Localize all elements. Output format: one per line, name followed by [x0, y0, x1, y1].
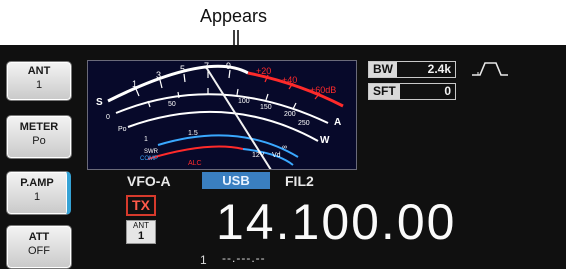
ant-badge-label: ANT	[133, 221, 149, 230]
meter-s-tick-7: 7	[204, 61, 209, 71]
meter-swr-tick-inf: ∞	[282, 144, 287, 151]
meter-plus20-tick: +20	[256, 66, 271, 76]
meter-po-label: Po	[118, 126, 127, 133]
ant-button-label: ANT	[27, 65, 51, 77]
meter-s-tick-1: 1	[132, 79, 137, 89]
meter-button[interactable]: METER Po	[6, 115, 72, 159]
vfo-label: VFO-A	[127, 173, 171, 189]
meter-id-tick-12v: 12V	[252, 152, 265, 159]
p-amp-button-value: 1	[33, 191, 41, 203]
filter-label: FIL2	[285, 173, 314, 189]
sft-indicator[interactable]: SFT 0	[368, 83, 456, 100]
meter-s-tick-9: 9	[226, 61, 231, 71]
meter-a-label: A	[334, 117, 341, 128]
meter-po-tick-100: 100	[238, 98, 250, 105]
sft-label: SFT	[369, 84, 400, 99]
bw-value: 2.4k	[427, 62, 451, 76]
meter-swr-tick-1: 1	[144, 136, 148, 143]
bw-label: BW	[369, 62, 397, 77]
memory-channel-number: 1	[200, 253, 207, 267]
ant-badge-value: 1	[137, 230, 145, 242]
att-button-value: OFF	[28, 245, 50, 257]
meter-s-tick-5: 5	[180, 64, 185, 74]
meter-po-tick-250: 250	[298, 120, 310, 127]
meter-po-tick-200: 200	[284, 111, 296, 118]
meter-swr-label: SWR	[144, 149, 159, 155]
meter-vd-label: Vd	[272, 152, 281, 159]
ant-button-value: 1	[35, 79, 43, 91]
mode-indicator-usb: USB	[202, 172, 270, 189]
radio-display-panel: ANT 1 METER Po P.AMP 1 ATT OFF S 1 3 5 7…	[0, 45, 566, 269]
meter-s-tick-3: 3	[156, 70, 161, 80]
meter-button-label: METER	[19, 121, 59, 133]
meter-button-value: Po	[32, 135, 46, 147]
meter-plus40-tick: +40	[282, 75, 297, 85]
meter-alc-label: ALC	[188, 160, 202, 167]
appears-callout-label: Appears	[200, 6, 268, 26]
meter-s-label: S	[96, 97, 103, 108]
memory-frequency-readout: --.---.--	[222, 251, 266, 265]
frequency-readout: 14.100.00	[216, 194, 457, 250]
meter-scale-graphic: S 1 3 5 7 9 +20 +40 +60dB 0 Po 50 100 15…	[96, 61, 344, 182]
bw-indicator[interactable]: BW 2.4k	[368, 61, 456, 78]
p-amp-button[interactable]: P.AMP 1	[6, 171, 71, 215]
meter-w-label: W	[320, 135, 330, 146]
meter-plus60-tick: +60dB	[310, 85, 336, 95]
meter-po-tick-50: 50	[168, 101, 176, 108]
meter-swr-tick-1-5: 1.5	[188, 130, 198, 137]
sft-value: 0	[444, 84, 451, 98]
ant-badge: ANT 1	[126, 220, 156, 244]
meter-po-tick-150: 150	[260, 104, 272, 111]
filter-passband-icon	[472, 62, 508, 76]
ant-button[interactable]: ANT 1	[6, 61, 72, 101]
meter-comp-label: COMP	[140, 156, 158, 162]
p-amp-button-label: P.AMP	[20, 177, 54, 189]
att-button[interactable]: ATT OFF	[6, 225, 72, 269]
meter-po-zero-tick: 0	[106, 114, 110, 121]
tx-indicator: TX	[126, 195, 156, 216]
att-button-label: ATT	[28, 231, 50, 243]
multi-meter: S 1 3 5 7 9 +20 +40 +60dB 0 Po 50 100 15…	[87, 60, 357, 182]
